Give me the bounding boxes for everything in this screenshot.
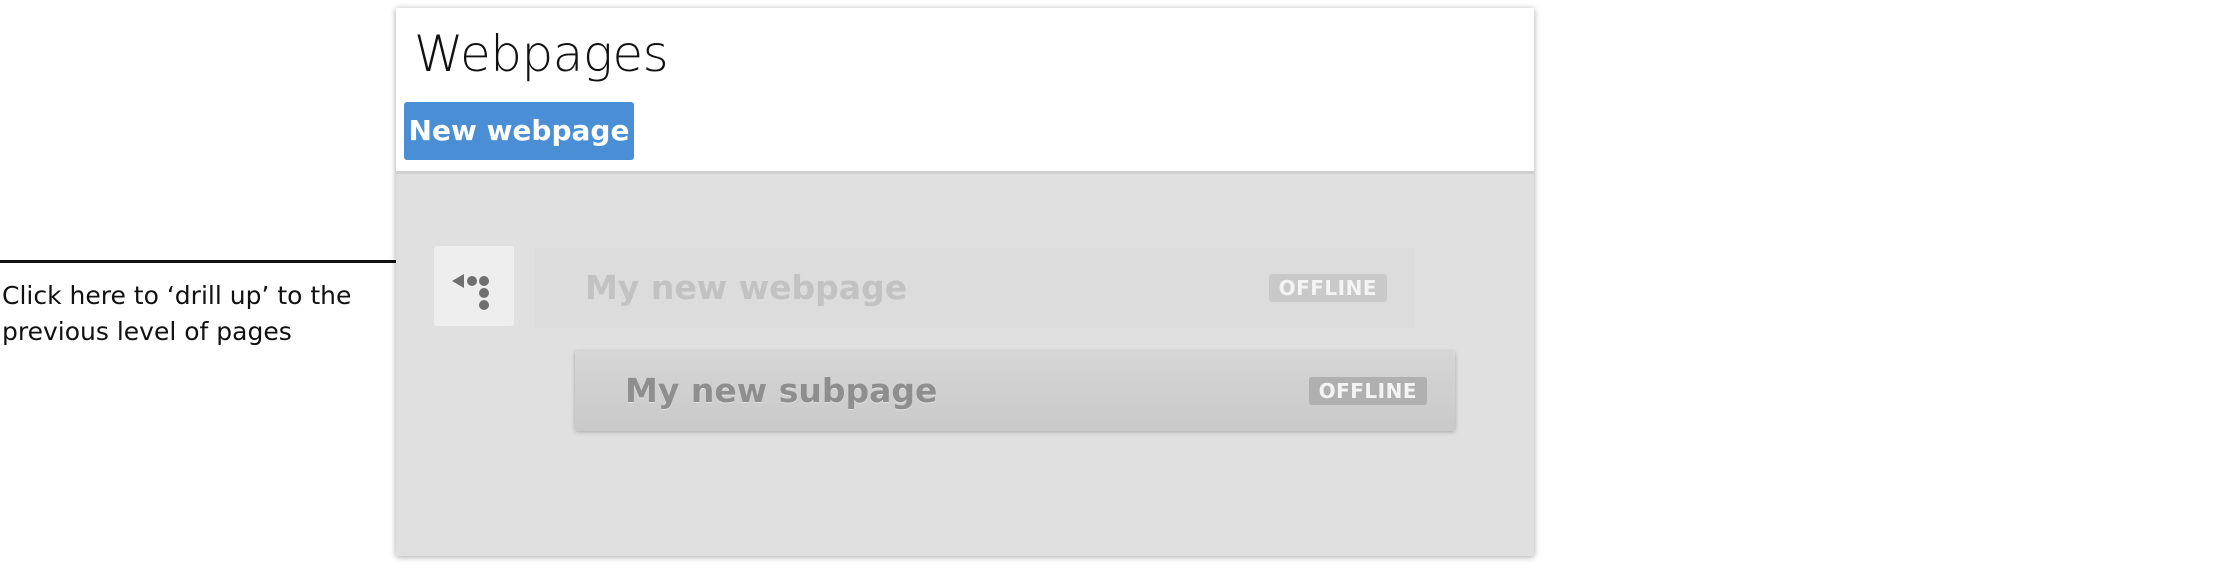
new-webpage-button[interactable]: New webpage: [404, 102, 634, 160]
page-row-label: My new subpage: [625, 371, 938, 410]
canvas: Click here to ‘drill up’ to the previous…: [0, 0, 2238, 572]
annotation-line-2: previous level of pages: [2, 317, 292, 346]
page-row-subpage[interactable]: My new subpage OFFLINE: [575, 351, 1455, 431]
annotation-line-1: Click here to ‘drill up’ to the: [2, 281, 352, 310]
webpages-panel: Webpages New webpage My new webpage OFFL…: [396, 8, 1534, 556]
panel-header: Webpages New webpage: [396, 8, 1534, 174]
page-row-label: My new webpage: [585, 268, 908, 307]
page-title: Webpages: [414, 25, 669, 83]
status-badge: OFFLINE: [1308, 377, 1427, 405]
annotation-line: [0, 260, 445, 263]
drill-up-icon: [452, 274, 489, 310]
status-badge: OFFLINE: [1268, 274, 1387, 302]
drill-up-button[interactable]: [434, 246, 514, 326]
page-row-parent[interactable]: My new webpage OFFLINE: [535, 248, 1415, 328]
annotation-text: Click here to ‘drill up’ to the previous…: [2, 278, 402, 350]
